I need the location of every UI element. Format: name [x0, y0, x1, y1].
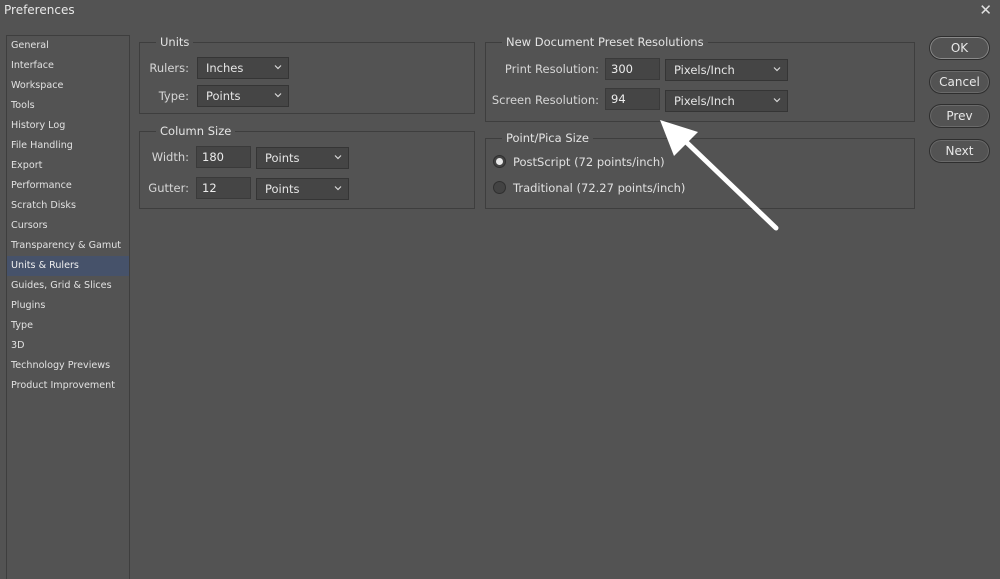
chevron-down-icon [273, 62, 283, 72]
sidebar-item-3d[interactable]: 3D [7, 336, 129, 356]
chevron-down-icon [273, 90, 283, 100]
postscript-radio-label: PostScript (72 points/inch) [513, 155, 665, 169]
screen-resolution-unit-value: Pixels/Inch [674, 94, 735, 108]
point-pica-group: Point/Pica Size [485, 131, 915, 209]
gutter-unit-select[interactable]: Points [256, 178, 349, 200]
chevron-down-icon [333, 152, 343, 162]
sidebar-item-interface[interactable]: Interface [7, 56, 129, 76]
screen-resolution-label: Screen Resolution: [491, 93, 599, 107]
units-group: Units [139, 35, 475, 114]
sidebar-item-export[interactable]: Export [7, 156, 129, 176]
title-bar: Preferences ✕ [0, 0, 1000, 22]
next-button[interactable]: Next [929, 139, 990, 163]
type-select[interactable]: Points [197, 85, 289, 107]
prev-button[interactable]: Prev [929, 104, 990, 128]
postscript-radio[interactable] [493, 155, 506, 168]
traditional-radio-label: Traditional (72.27 points/inch) [513, 181, 686, 195]
print-resolution-unit-value: Pixels/Inch [674, 63, 735, 77]
gutter-input[interactable]: 12 [196, 177, 251, 199]
postscript-radio-option[interactable]: PostScript (72 points/inch) [493, 153, 713, 171]
cancel-button[interactable]: Cancel [929, 70, 990, 94]
sidebar-item-file-handling[interactable]: File Handling [7, 136, 129, 156]
sidebar-item-cursors[interactable]: Cursors [7, 216, 129, 236]
sidebar-item-transparency-gamut[interactable]: Transparency & Gamut [7, 236, 129, 256]
sidebar-item-scratch-disks[interactable]: Scratch Disks [7, 196, 129, 216]
width-unit-select[interactable]: Points [256, 147, 349, 169]
chevron-down-icon [772, 95, 782, 105]
traditional-radio-option[interactable]: Traditional (72.27 points/inch) [493, 179, 713, 197]
chevron-down-icon [333, 183, 343, 193]
preferences-sidebar: General Interface Workspace Tools Histor… [6, 35, 130, 579]
print-resolution-label: Print Resolution: [504, 62, 599, 76]
sidebar-item-history-log[interactable]: History Log [7, 116, 129, 136]
traditional-radio[interactable] [493, 181, 506, 194]
sidebar-item-guides-grid-slices[interactable]: Guides, Grid & Slices [7, 276, 129, 296]
chevron-down-icon [772, 64, 782, 74]
sidebar-item-general[interactable]: General [7, 36, 129, 56]
close-icon[interactable]: ✕ [979, 1, 992, 19]
sidebar-item-workspace[interactable]: Workspace [7, 76, 129, 96]
sidebar-item-technology-previews[interactable]: Technology Previews [7, 356, 129, 376]
ok-button[interactable]: OK [929, 36, 990, 60]
preset-resolutions-group-title: New Document Preset Resolutions [502, 35, 708, 49]
type-label: Type: [158, 89, 189, 103]
gutter-label: Gutter: [148, 181, 189, 195]
sidebar-item-tools[interactable]: Tools [7, 96, 129, 116]
point-pica-group-title: Point/Pica Size [502, 131, 593, 145]
rulers-select-value: Inches [206, 61, 244, 75]
width-unit-value: Points [265, 151, 300, 165]
column-size-group-title: Column Size [156, 124, 236, 138]
sidebar-item-performance[interactable]: Performance [7, 176, 129, 196]
sidebar-item-units-rulers[interactable]: Units & Rulers [7, 256, 129, 276]
screen-resolution-input[interactable]: 94 [605, 88, 660, 110]
sidebar-item-plugins[interactable]: Plugins [7, 296, 129, 316]
rulers-label: Rulers: [149, 61, 189, 75]
screen-resolution-unit-select[interactable]: Pixels/Inch [665, 90, 788, 112]
window-title: Preferences [4, 3, 75, 17]
width-label: Width: [151, 150, 189, 164]
sidebar-item-type[interactable]: Type [7, 316, 129, 336]
rulers-select[interactable]: Inches [197, 57, 289, 79]
sidebar-item-product-improvement[interactable]: Product Improvement [7, 376, 129, 396]
print-resolution-input[interactable]: 300 [605, 58, 660, 80]
print-resolution-unit-select[interactable]: Pixels/Inch [665, 59, 788, 81]
gutter-unit-value: Points [265, 182, 300, 196]
units-group-title: Units [156, 35, 194, 49]
type-select-value: Points [206, 89, 241, 103]
width-input[interactable]: 180 [196, 146, 251, 168]
